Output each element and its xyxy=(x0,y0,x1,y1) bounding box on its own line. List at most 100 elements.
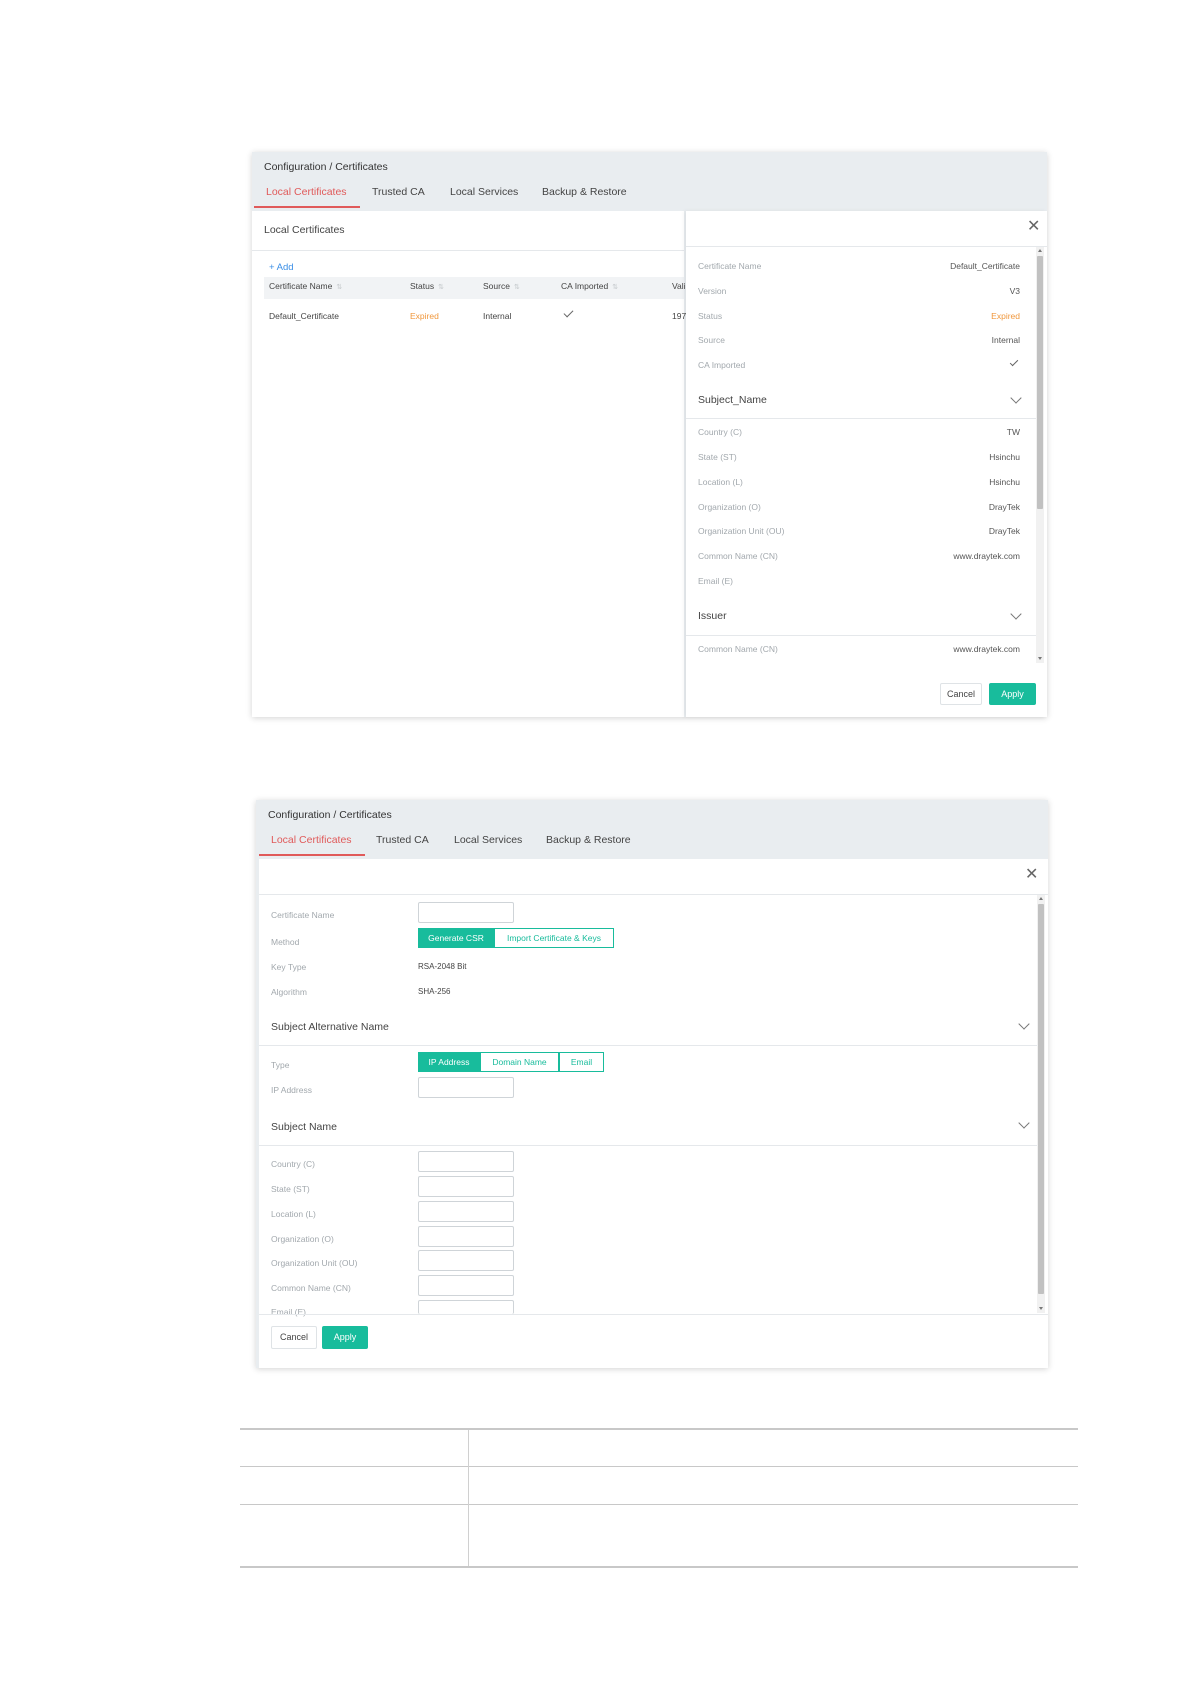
domain-name-button[interactable]: Domain Name xyxy=(480,1052,559,1072)
divider xyxy=(252,250,684,251)
chevron-down-icon[interactable] xyxy=(1010,608,1022,620)
table-header: Certificate Name ⇅ Status ⇅ Source ⇅ CA Imp… xyxy=(264,277,686,299)
list-title: Local Certificates xyxy=(264,224,345,236)
field-value: V3 xyxy=(1009,286,1020,296)
field-label: Method xyxy=(271,937,300,947)
cancel-button[interactable]: Cancel xyxy=(271,1326,317,1349)
tab-bar: Local Certificates Trusted CA Local Serv… xyxy=(252,186,1047,210)
organization-unit-input[interactable] xyxy=(418,1250,514,1271)
location-input[interactable] xyxy=(418,1201,514,1222)
apply-button[interactable]: Apply xyxy=(322,1326,368,1349)
apply-button[interactable]: Apply xyxy=(989,683,1036,705)
field-label: Certificate Name xyxy=(271,910,335,920)
sort-icon: ⇅ xyxy=(612,284,619,291)
breadcrumb: Configuration / Certificates xyxy=(268,809,392,821)
field-label: Type xyxy=(271,1060,290,1070)
divider xyxy=(259,1314,1048,1315)
field-label: IP Address xyxy=(271,1085,312,1095)
chevron-down-icon[interactable] xyxy=(1010,392,1022,404)
close-icon[interactable]: ✕ xyxy=(1025,867,1038,883)
subject-name-header[interactable]: Subject Name xyxy=(271,1121,337,1133)
column-certificate-name[interactable]: Certificate Name ⇅ xyxy=(269,281,342,291)
scrollbar[interactable] xyxy=(1036,247,1044,663)
tab-backup-restore[interactable]: Backup & Restore xyxy=(542,186,627,208)
column-ca-imported[interactable]: CA Imported ⇅ xyxy=(561,281,618,291)
san-header[interactable]: Subject Alternative Name xyxy=(271,1021,389,1033)
ip-address-button[interactable]: IP Address xyxy=(418,1052,480,1072)
scroll-up-icon[interactable] xyxy=(1038,249,1042,252)
field-label: Algorithm xyxy=(271,987,307,997)
field-label: Organization Unit (OU) xyxy=(698,526,785,536)
chevron-down-icon[interactable] xyxy=(1018,1018,1030,1030)
divider xyxy=(259,894,1048,895)
cell-source: Internal xyxy=(483,311,512,321)
field-label: Common Name (CN) xyxy=(698,551,778,561)
column-source[interactable]: Source ⇅ xyxy=(483,281,520,291)
state-input[interactable] xyxy=(418,1176,514,1197)
field-label: Email (E) xyxy=(698,576,733,586)
subject-name-header[interactable]: Subject_Name xyxy=(698,394,767,406)
certificates-panel-2: Configuration / Certificates Local Certi… xyxy=(256,800,1048,1368)
common-name-input[interactable] xyxy=(418,1275,514,1296)
field-value: Default_Certificate xyxy=(950,261,1020,271)
field-value: DrayTek xyxy=(988,526,1020,536)
divider xyxy=(686,635,1036,636)
close-icon[interactable]: ✕ xyxy=(1027,219,1040,235)
tab-trusted-ca[interactable]: Trusted CA xyxy=(372,186,425,208)
field-label: Version xyxy=(698,286,727,296)
cell-status: Expired xyxy=(410,311,439,321)
import-certificate-button[interactable]: Import Certificate & Keys xyxy=(494,928,614,948)
algorithm-value: SHA-256 xyxy=(418,987,451,996)
field-label: State (ST) xyxy=(271,1184,310,1194)
email-button[interactable]: Email xyxy=(559,1052,604,1072)
sort-icon: ⇅ xyxy=(336,284,343,291)
scrollbar-thumb[interactable] xyxy=(1037,256,1043,509)
field-label: Common Name (CN) xyxy=(271,1283,351,1293)
scroll-down-icon[interactable] xyxy=(1038,657,1042,660)
table-column-divider xyxy=(468,1430,469,1566)
ip-address-input[interactable] xyxy=(418,1077,514,1098)
certificate-detail-drawer: ✕ Certificate Name Default_Certificate V… xyxy=(686,211,1047,717)
organization-input[interactable] xyxy=(418,1226,514,1247)
field-label: Country (C) xyxy=(271,1159,315,1169)
scroll-down-icon[interactable] xyxy=(1039,1307,1043,1310)
table-row-rule xyxy=(240,1466,1078,1467)
generate-csr-button[interactable]: Generate CSR xyxy=(418,928,494,948)
certificate-name-input[interactable] xyxy=(418,902,514,923)
table-top-rule xyxy=(240,1428,1078,1430)
tab-local-certificates[interactable]: Local Certificates xyxy=(254,186,360,208)
sort-icon: ⇅ xyxy=(513,284,520,291)
field-label: CA Imported xyxy=(698,360,746,370)
add-certificate-form: ✕ Certificate Name Method Generate CSR I… xyxy=(259,859,1048,1368)
country-input[interactable] xyxy=(418,1151,514,1172)
field-label: Status xyxy=(698,311,723,321)
tab-local-services[interactable]: Local Services xyxy=(454,834,522,856)
certificate-list-area: Local Certificates + Add Certificate Nam… xyxy=(252,211,686,717)
tab-trusted-ca[interactable]: Trusted CA xyxy=(376,834,429,856)
column-status[interactable]: Status ⇅ xyxy=(410,281,444,291)
table-row-rule xyxy=(240,1504,1078,1505)
tab-backup-restore[interactable]: Backup & Restore xyxy=(546,834,631,856)
issuer-header[interactable]: Issuer xyxy=(698,610,727,622)
tab-local-certificates[interactable]: Local Certificates xyxy=(259,834,365,856)
cancel-button[interactable]: Cancel xyxy=(940,683,982,705)
tab-local-services[interactable]: Local Services xyxy=(450,186,518,208)
status-value: Expired xyxy=(991,311,1020,321)
table-row[interactable]: Default_Certificate Expired Internal 197 xyxy=(264,299,686,331)
field-label: Country (C) xyxy=(698,427,742,437)
scroll-up-icon[interactable] xyxy=(1039,897,1043,900)
field-value: Hsinchu xyxy=(989,452,1020,462)
column-valid[interactable]: Vali xyxy=(672,281,686,291)
breadcrumb: Configuration / Certificates xyxy=(264,161,388,173)
field-label: Organization (O) xyxy=(271,1234,334,1244)
scrollbar-thumb[interactable] xyxy=(1038,904,1044,1294)
scrollbar[interactable] xyxy=(1037,895,1045,1313)
email-input[interactable] xyxy=(418,1300,514,1314)
add-button[interactable]: + Add xyxy=(269,262,294,273)
field-value: www.draytek.com xyxy=(953,644,1020,654)
chevron-down-icon[interactable] xyxy=(1018,1117,1030,1129)
key-type-value: RSA-2048 Bit xyxy=(418,962,467,971)
field-label: Organization (O) xyxy=(698,502,761,512)
divider xyxy=(686,246,1047,247)
cell-certificate-name: Default_Certificate xyxy=(269,311,339,321)
